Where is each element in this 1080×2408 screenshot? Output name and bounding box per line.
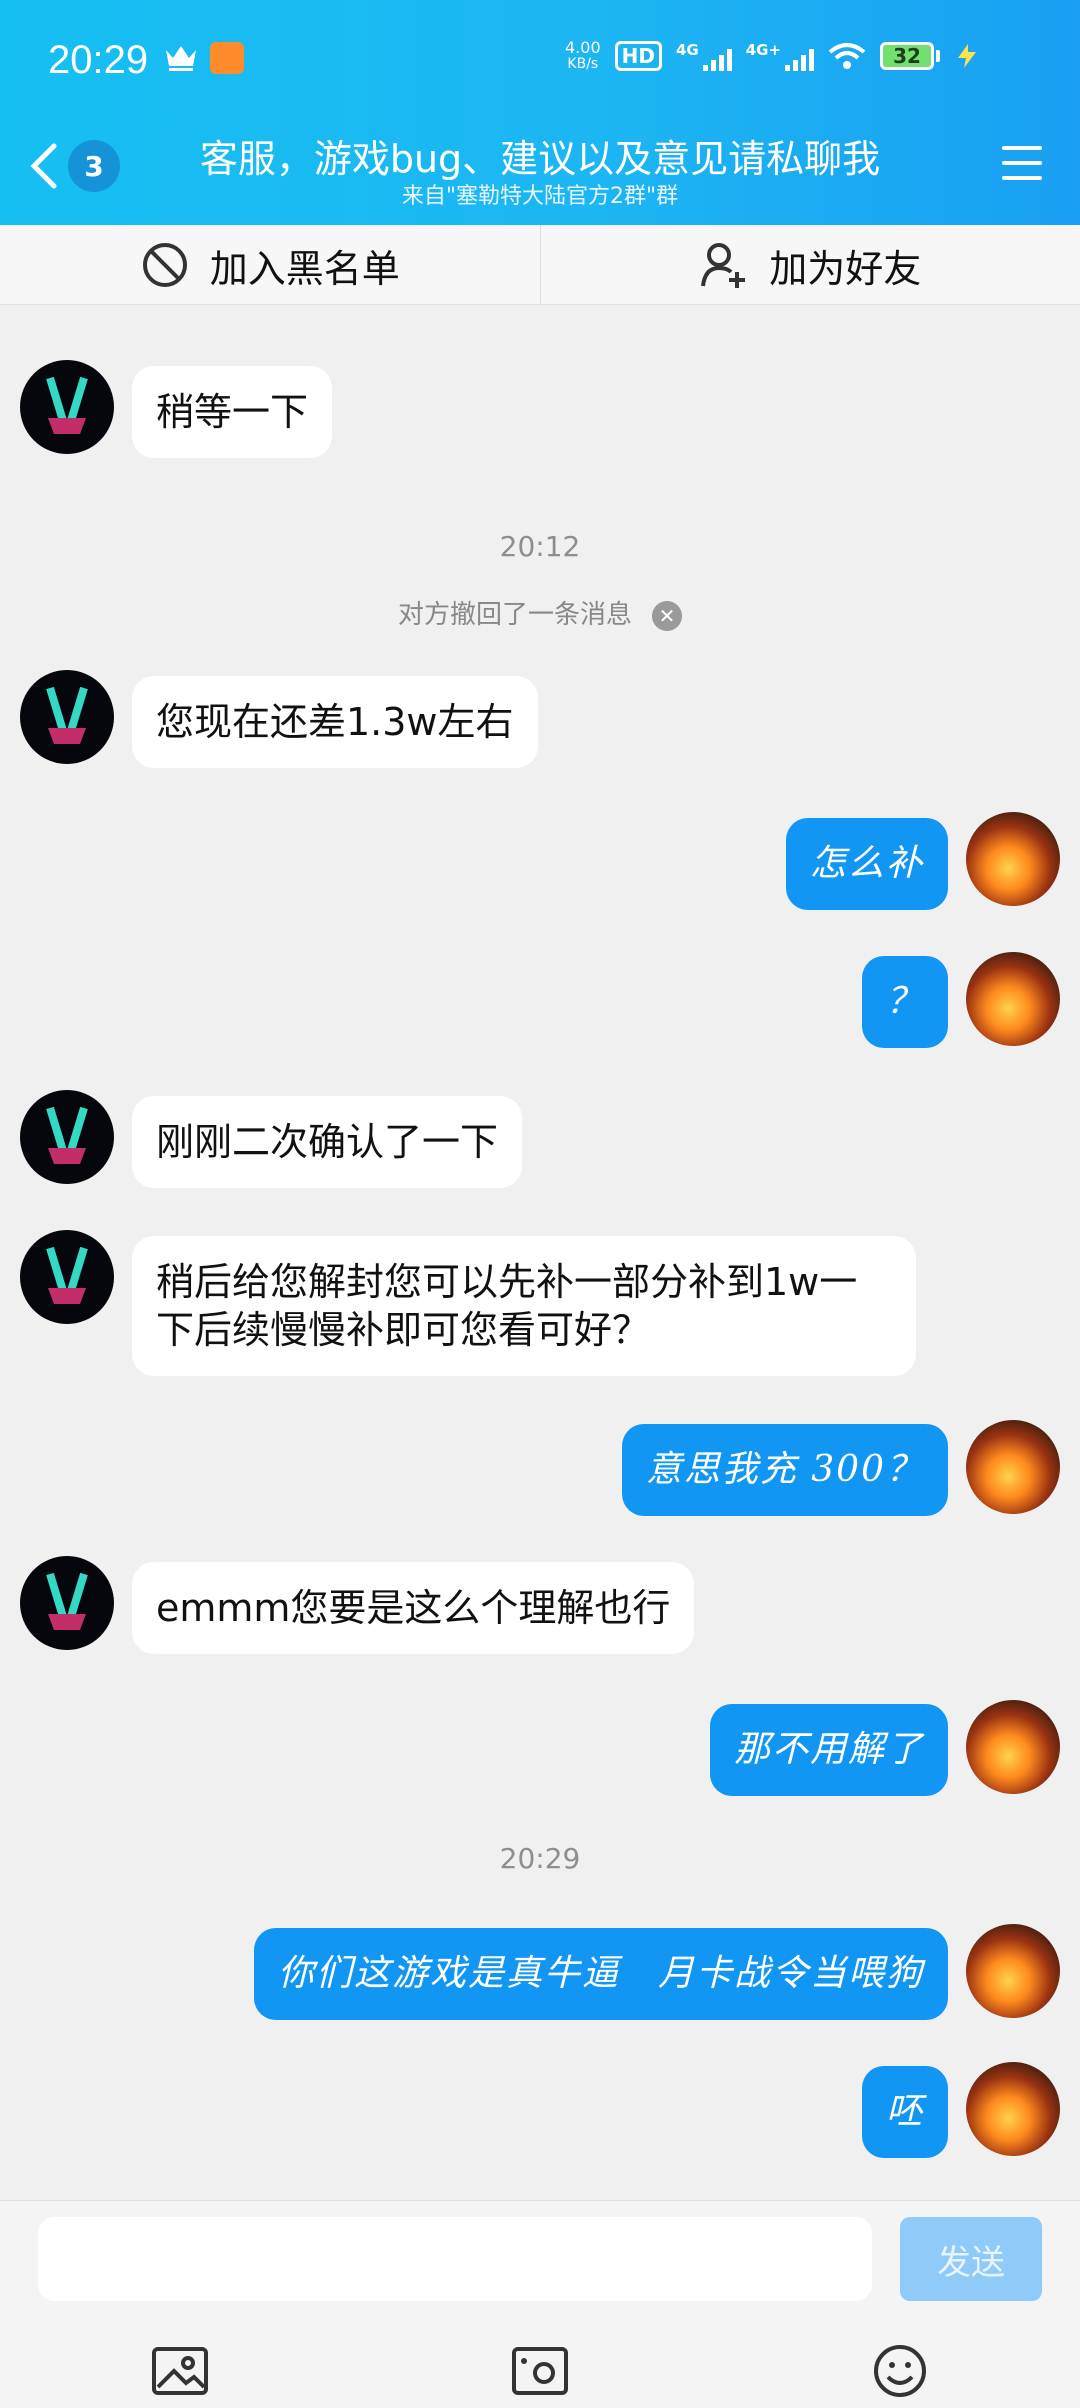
message-list[interactable]: 稍等一下 20:12 对方撤回了一条消息 ✕ 您现在还差1.3w左右 怎么补 ？ …	[0, 306, 1080, 2200]
message-bubble-in[interactable]: 稍后给您解封您可以先补一部分补到1w一下后续慢慢补即可您看可好？	[132, 1236, 916, 1376]
message-bubble-in[interactable]: 刚刚二次确认了一下	[132, 1096, 523, 1188]
message-bubble-out[interactable]: ？	[861, 956, 948, 1048]
emoji-icon[interactable]	[870, 2343, 930, 2399]
my-avatar[interactable]	[966, 1420, 1060, 1514]
avatar[interactable]	[20, 1230, 114, 1324]
avatar[interactable]	[20, 1090, 114, 1184]
chevron-left-icon	[30, 143, 57, 189]
recall-notice: 对方撤回了一条消息 ✕	[0, 594, 1080, 631]
blacklist-label: 加入黑名单	[209, 246, 400, 291]
my-avatar[interactable]	[966, 952, 1060, 1046]
unread-badge: 3	[68, 140, 120, 192]
status-icons: 4.00 KB/s HD 4G 4G+ 32	[565, 40, 980, 72]
message-bubble-out[interactable]: 那不用解了	[709, 1704, 948, 1796]
net-speed: 4.00 KB/s	[565, 38, 601, 73]
add-friend-label: 加为好友	[769, 246, 922, 291]
chat-subtitle: 来自"塞勒特大陆官方2群"群	[401, 184, 679, 209]
back-button[interactable]: 3	[28, 138, 128, 194]
send-button[interactable]: 发送	[900, 2217, 1042, 2301]
app-notification-icon	[210, 42, 244, 74]
signal-icon-2: 4G+	[746, 41, 815, 71]
my-avatar[interactable]	[966, 2062, 1060, 2156]
chat-title: 客服，游戏bug、建议以及意见请私聊我	[199, 137, 881, 181]
status-time: 20:29	[48, 38, 149, 82]
time-stamp: 20:12	[499, 530, 581, 563]
message-bubble-out[interactable]: 意思我充 300？	[621, 1424, 948, 1516]
add-user-icon	[701, 243, 746, 288]
message-bubble-out[interactable]: 怎么补	[785, 818, 948, 910]
message-input[interactable]	[38, 2217, 872, 2301]
avatar[interactable]	[20, 360, 114, 454]
add-friend-button[interactable]: 加为好友	[541, 225, 1080, 305]
crown-icon	[166, 46, 196, 71]
block-icon	[142, 243, 187, 287]
avatar[interactable]	[20, 1556, 114, 1650]
close-icon[interactable]: ✕	[652, 600, 682, 631]
message-bubble-in[interactable]: 稍等一下	[132, 366, 333, 458]
composer: 发送	[0, 2200, 1080, 2408]
battery-icon: 32	[880, 42, 941, 70]
chat-header: 20:29 4.00 KB/s HD 4G 4G+ 32 3 客服，游戏bug、…	[0, 0, 1080, 225]
charging-icon	[958, 44, 977, 68]
wifi-icon	[828, 43, 866, 69]
blacklist-button[interactable]: 加入黑名单	[0, 225, 540, 305]
menu-button[interactable]	[1002, 146, 1044, 182]
avatar[interactable]	[20, 670, 114, 764]
image-icon[interactable]	[150, 2343, 210, 2399]
message-bubble-out[interactable]: 你们这游戏是真牛逼 月卡战令当喂狗	[253, 1928, 948, 2020]
action-bar: 加入黑名单 加为好友	[0, 225, 1080, 305]
my-avatar[interactable]	[966, 1924, 1060, 2018]
hd-voice-icon: HD	[614, 41, 662, 71]
time-stamp: 20:29	[499, 1842, 581, 1875]
camera-icon[interactable]	[510, 2343, 570, 2399]
message-bubble-in[interactable]: 您现在还差1.3w左右	[132, 676, 538, 768]
my-avatar[interactable]	[966, 812, 1060, 906]
my-avatar[interactable]	[966, 1700, 1060, 1794]
signal-icon-1: 4G	[676, 41, 732, 71]
message-bubble-out[interactable]: 呸	[861, 2066, 948, 2158]
message-bubble-in[interactable]: emmm您要是这么个理解也行	[132, 1562, 695, 1654]
